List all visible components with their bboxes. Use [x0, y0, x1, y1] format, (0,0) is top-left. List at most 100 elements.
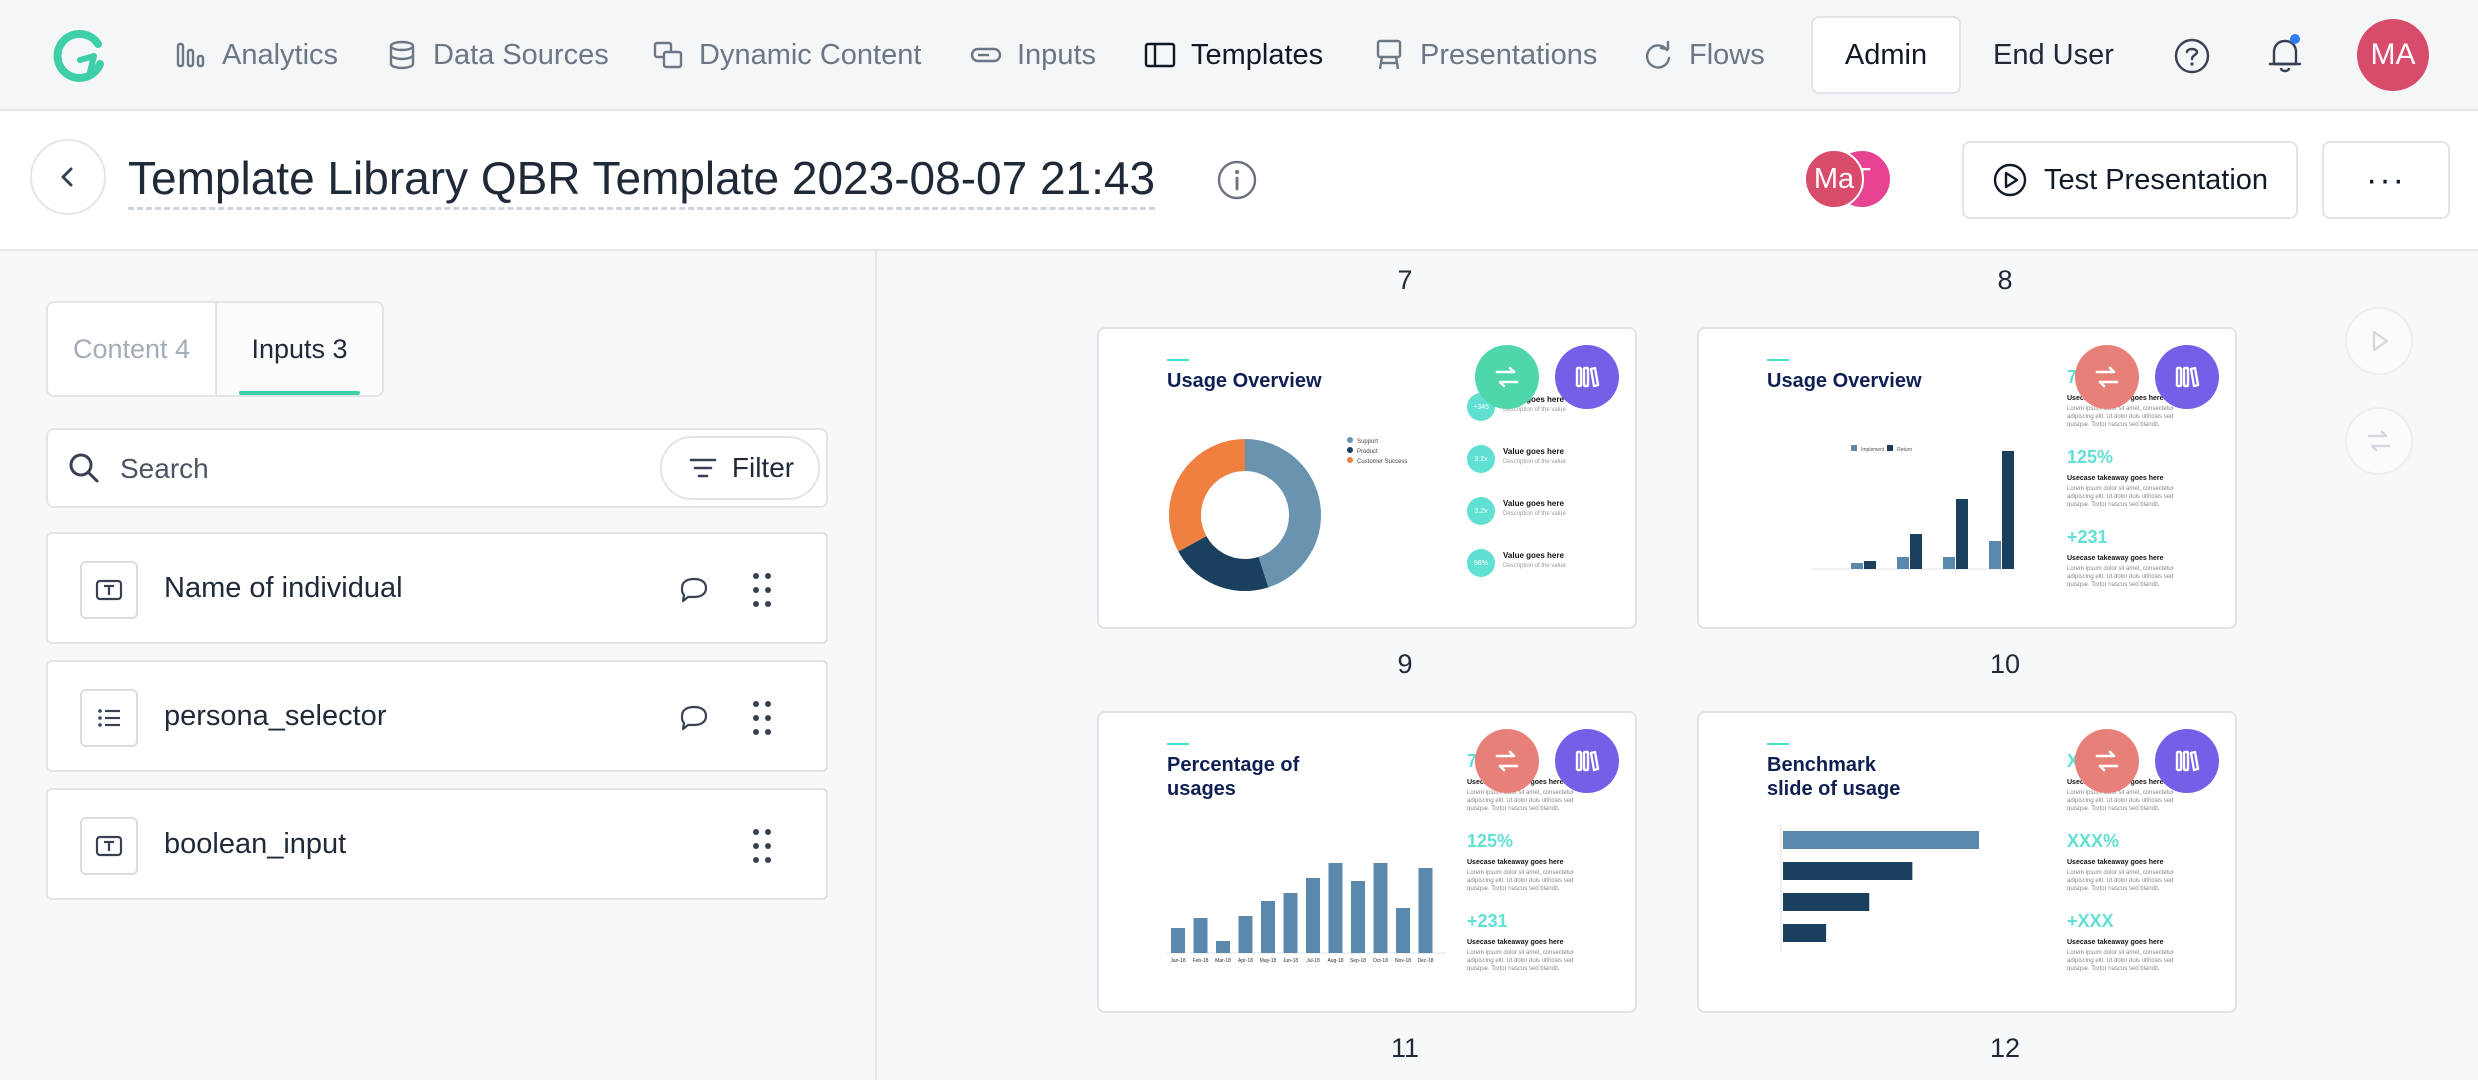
- play-slide-button[interactable]: [2345, 307, 2413, 375]
- collaborator-avatar[interactable]: Ma: [1804, 149, 1864, 209]
- tick-label: Dec-18: [1417, 958, 1433, 964]
- back-button[interactable]: [30, 139, 106, 215]
- test-presentation-button[interactable]: Test Presentation: [1962, 141, 2298, 219]
- admin-view-button[interactable]: Admin: [1811, 16, 1961, 94]
- slide-number: 10: [1989, 649, 2021, 679]
- template-header: Template Library QBR Template 2023-08-07…: [0, 111, 2478, 251]
- chart-bar: [1783, 831, 1979, 849]
- chart-bar: [1783, 893, 1870, 911]
- slide-number: 11: [1390, 1033, 1420, 1063]
- search-box: Filter: [46, 428, 828, 508]
- bar-chart: Jan-18 Feb-18 Mar-18 Apr-18 May-18 Jun-18 Jul-…: [1167, 863, 1447, 964]
- input-row[interactable]: persona_selector: [46, 660, 828, 772]
- text-input-type-icon: [80, 561, 138, 619]
- chart-bar: [1328, 863, 1343, 953]
- sync-badge-icon[interactable]: [1475, 729, 1539, 793]
- nav-inputs[interactable]: Inputs: [969, 31, 1096, 79]
- tick-label: Nov-18: [1395, 958, 1411, 964]
- chart-bar: [2002, 451, 2014, 569]
- nav-analytics[interactable]: Analytics: [174, 31, 338, 79]
- drag-handle-icon[interactable]: [746, 698, 778, 738]
- info-icon[interactable]: [1216, 159, 1258, 201]
- slide-thumbnail-12[interactable]: Benchmark slide of usage X Usecase takea…: [1697, 711, 2237, 1013]
- analytics-icon: [176, 42, 205, 68]
- notification-bell-icon[interactable]: [2264, 32, 2306, 76]
- search-input[interactable]: [120, 446, 450, 492]
- template-title[interactable]: Template Library QBR Template 2023-08-07…: [128, 151, 1156, 210]
- nav-templates[interactable]: Templates: [1143, 31, 1323, 79]
- chart-bar: [1956, 499, 1968, 569]
- slide-title: Usage Overview: [1167, 370, 1322, 392]
- library-badge-icon[interactable]: [1555, 345, 1619, 409]
- panel-tabs: Content 4 Inputs 3: [46, 301, 384, 397]
- more-options-button[interactable]: ···: [2322, 141, 2450, 219]
- tick-label: Mar-18: [1215, 958, 1231, 964]
- filter-button[interactable]: Filter: [660, 436, 820, 500]
- chart-bar: [1216, 941, 1230, 953]
- slide-number: 8: [1997, 265, 2013, 295]
- tick-label: Apr-18: [1238, 958, 1253, 964]
- input-row[interactable]: Name of individual: [46, 532, 828, 644]
- chevron-left-icon: [61, 167, 73, 187]
- inputs-icon: [970, 47, 1002, 63]
- nav-dynamic-content[interactable]: Dynamic Content: [651, 31, 921, 79]
- chart-bar: [1910, 534, 1922, 569]
- drag-handle-icon[interactable]: [746, 570, 778, 610]
- test-presentation-label: Test Presentation: [2043, 163, 2269, 196]
- sync-badge-icon[interactable]: [1475, 345, 1539, 409]
- slide-number: 9: [1397, 649, 1413, 679]
- nav-dynamic-content-label: Dynamic Content: [699, 38, 922, 71]
- left-panel: Content 4 Inputs 3 Filter Name of indivi…: [0, 251, 877, 1080]
- slides-grid: 7 8 Usage Overview Support Product Custo…: [879, 251, 2478, 1080]
- sync-badge-icon[interactable]: [2075, 345, 2139, 409]
- chart-bar: [1171, 928, 1185, 953]
- slide-title: Usage Overview: [1767, 370, 1922, 392]
- chart-bar: [1783, 924, 1827, 942]
- search-icon: [69, 453, 99, 483]
- help-icon[interactable]: [2172, 36, 2212, 76]
- nav-flows-label: Flows: [1689, 38, 1765, 71]
- app-logo-icon[interactable]: [50, 26, 110, 86]
- database-icon: [389, 40, 415, 70]
- chart-bar: [1897, 557, 1909, 569]
- sync-slide-button[interactable]: [2345, 407, 2413, 475]
- comment-icon[interactable]: [676, 572, 712, 608]
- templates-icon: [1144, 42, 1176, 68]
- chart-bar: [1306, 878, 1320, 953]
- tick-label: Feb-18: [1193, 958, 1209, 964]
- tab-content[interactable]: Content 4: [48, 303, 215, 395]
- filter-label: Filter: [731, 452, 795, 483]
- drag-handle-icon[interactable]: [746, 826, 778, 866]
- input-row[interactable]: boolean_input: [46, 788, 828, 900]
- nav-templates-label: Templates: [1191, 38, 1324, 71]
- tab-inputs[interactable]: Inputs 3: [215, 303, 382, 395]
- flows-icon: [1645, 40, 1671, 69]
- nav-analytics-label: Analytics: [222, 38, 339, 71]
- chart-bar: [1283, 893, 1298, 953]
- user-avatar[interactable]: MA: [2357, 19, 2429, 91]
- slide-number: 12: [1989, 1033, 2021, 1063]
- library-badge-icon[interactable]: [1555, 729, 1619, 793]
- nav-presentations[interactable]: Presentations: [1372, 31, 1597, 79]
- nav-flows[interactable]: Flows: [1641, 31, 1765, 79]
- slide-thumbnail-9[interactable]: Usage Overview Support Product Customer …: [1097, 327, 1637, 629]
- tick-label: Jun-18: [1283, 958, 1299, 964]
- nav-data-sources[interactable]: Data Sources: [385, 31, 609, 79]
- slide-thumbnail-10[interactable]: Usage Overview Implement Return 7 Usecas…: [1697, 327, 2237, 629]
- library-badge-icon[interactable]: [2155, 345, 2219, 409]
- comment-icon[interactable]: [676, 700, 712, 736]
- chart-bar: [1373, 863, 1388, 953]
- chart-bar: [1864, 561, 1876, 569]
- dynamic-content-icon: [653, 41, 683, 69]
- end-user-view-button[interactable]: End User: [1993, 31, 2114, 79]
- nav-presentations-label: Presentations: [1420, 38, 1598, 71]
- sync-badge-icon[interactable]: [2075, 729, 2139, 793]
- chart-bar: [1783, 862, 1913, 880]
- library-badge-icon[interactable]: [2155, 729, 2219, 793]
- tick-label: Jul-18: [1306, 958, 1320, 964]
- chart-bar: [1851, 563, 1863, 569]
- slide-thumbnail-11[interactable]: Percentage of usages Jan-18 Feb-18 Mar-18 A…: [1097, 711, 1637, 1013]
- chart-bar: [1351, 881, 1365, 953]
- top-navbar: Analytics Data Sources Dynamic Content I…: [0, 0, 2478, 111]
- sync-icon: [2367, 430, 2391, 452]
